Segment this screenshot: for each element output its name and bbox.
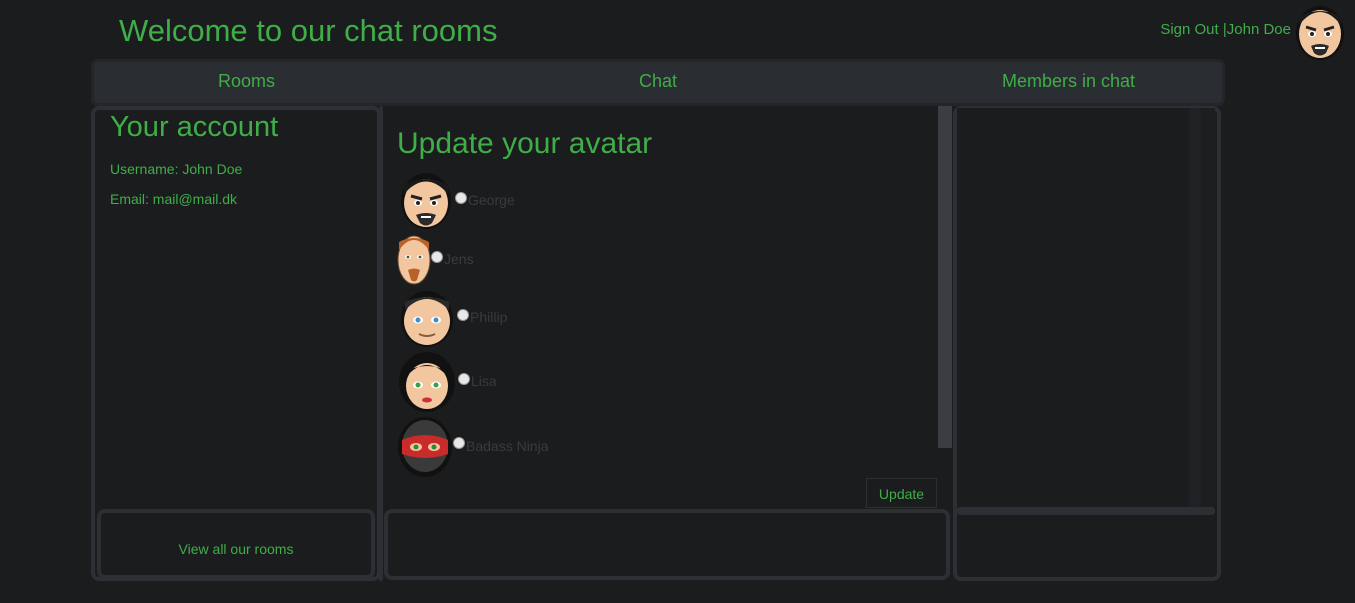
ninja-radio[interactable]	[453, 437, 465, 449]
jens-label: Jens	[444, 251, 474, 267]
user-separator: |	[1218, 21, 1227, 38]
account-email: Email: mail@mail.dk	[110, 191, 238, 207]
phillip-avatar-icon	[401, 291, 453, 347]
members-scrollbar[interactable]	[1189, 108, 1201, 507]
lisa-radio[interactable]	[458, 373, 470, 385]
main-nav: Rooms Chat Members in chat	[91, 59, 1225, 106]
chat-input-area[interactable]	[384, 509, 950, 580]
members-scrollbar-track[interactable]	[1201, 108, 1215, 507]
george-label: George	[468, 192, 515, 208]
account-title: Your account	[110, 111, 279, 143]
center-scrollbar-thumb[interactable]	[938, 106, 952, 448]
account-username: Username: John Doe	[110, 161, 243, 177]
george-radio[interactable]	[455, 192, 467, 204]
ninja-label: Badass Ninja	[466, 438, 549, 454]
nav-members[interactable]: Members in chat	[1002, 71, 1135, 92]
members-list	[957, 108, 1189, 507]
view-all-rooms-link[interactable]: View all our rooms	[101, 541, 371, 557]
user-bar: Sign Out |John Doe	[1160, 21, 1291, 38]
members-divider	[957, 507, 1215, 515]
phillip-radio[interactable]	[457, 309, 469, 321]
nav-chat[interactable]: Chat	[639, 71, 677, 92]
jens-radio[interactable]	[431, 251, 443, 263]
ninja-avatar-icon	[398, 417, 452, 477]
avatar-form-title: Update your avatar	[397, 127, 653, 160]
site-title: Welcome to our chat rooms	[119, 13, 498, 48]
sign-out-link[interactable]: Sign Out	[1160, 21, 1218, 38]
lisa-label: Lisa	[471, 373, 497, 389]
nav-rooms[interactable]: Rooms	[218, 71, 275, 92]
update-avatar-button[interactable]: Update	[866, 478, 937, 508]
phillip-label: Phillip	[470, 309, 508, 325]
jens-avatar-icon	[397, 235, 431, 285]
lisa-avatar-icon	[399, 352, 455, 412]
george-avatar-icon	[401, 173, 451, 229]
rooms-footer: View all our rooms	[97, 509, 375, 579]
current-username: John Doe	[1226, 21, 1291, 38]
user-avatar	[1296, 6, 1344, 60]
